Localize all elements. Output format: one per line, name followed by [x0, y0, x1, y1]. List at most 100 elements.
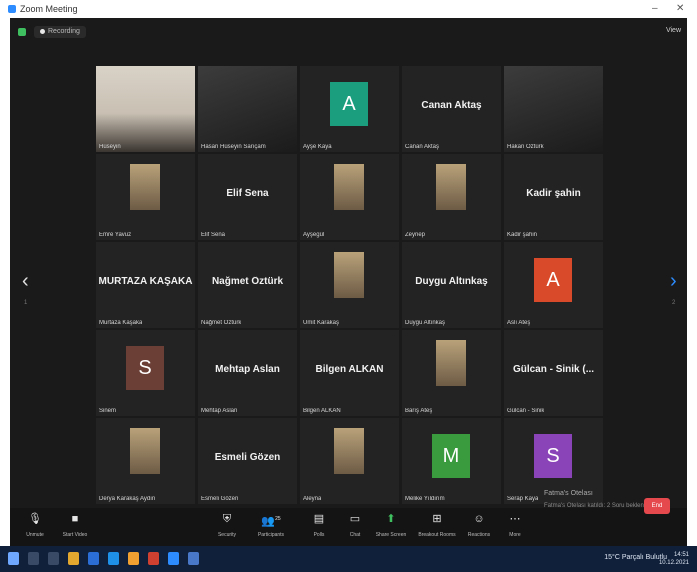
- participant-tile[interactable]: Hasan Hüseyin Sarıçam: [198, 66, 297, 152]
- participant-name-label: Melike Yıldırım: [405, 496, 445, 502]
- participant-name-label: Hakan Öztürk: [507, 144, 544, 150]
- end-meeting-button[interactable]: End: [644, 498, 670, 514]
- participant-name-label: Murtaza Kaşaka: [99, 320, 143, 326]
- participant-tile[interactable]: Derya Karakaş Aydın: [96, 418, 195, 504]
- edge-icon[interactable]: [108, 552, 119, 565]
- participant-tile[interactable]: Ayşegül: [300, 154, 399, 240]
- weather-tray[interactable]: 15°C Parçalı Bulutlu: [604, 554, 667, 561]
- folder-icon[interactable]: [128, 552, 139, 565]
- view-button[interactable]: View: [666, 27, 681, 34]
- shield-icon: ⛨: [222, 513, 232, 525]
- avatar-initial: A: [534, 258, 572, 302]
- participant-tile[interactable]: Canan Aktaş Canan Aktaş: [402, 66, 501, 152]
- word-icon[interactable]: [88, 552, 99, 565]
- zoom-taskbar-icon[interactable]: [168, 552, 179, 565]
- participant-name-label: Aslı Ateş: [507, 320, 531, 326]
- participant-tile[interactable]: Duygu Altınkaş Duygu Altınkaş: [402, 242, 501, 328]
- participant-display-name: Kadir şahin: [526, 188, 581, 199]
- participant-name-label: Gülcan - Sinik: [507, 408, 545, 414]
- participant-name-label: Sinem: [99, 408, 117, 414]
- participant-video: [96, 66, 195, 152]
- participant-name-label: Esmeli Gözen: [201, 496, 239, 502]
- profile-picture: [436, 164, 466, 210]
- participant-tile[interactable]: Esmeli Gözen Esmeli Gözen: [198, 418, 297, 504]
- participant-name-label: Duygu Altınkaş: [405, 320, 446, 326]
- video-camera-icon: ■: [71, 513, 79, 525]
- participant-display-name: Elif Sena: [226, 188, 269, 199]
- participant-name-label: Elif Sena: [201, 232, 226, 238]
- participant-name-label: Derya Karakaş Aydın: [99, 496, 156, 502]
- start-video-button[interactable]: ■ Start Video: [54, 512, 96, 542]
- app-icon[interactable]: [188, 552, 199, 565]
- next-page-icon[interactable]: ›: [670, 270, 677, 293]
- participant-tile[interactable]: S Sinem: [96, 330, 195, 416]
- participants-count: 25: [275, 516, 281, 522]
- previous-page-icon[interactable]: ‹: [22, 270, 29, 293]
- participant-display-name: Gülcan - Sinik (...: [512, 364, 595, 375]
- participant-tile[interactable]: M Melike Yıldırım: [402, 418, 501, 504]
- participant-tile[interactable]: Ümit Karakaş: [300, 242, 399, 328]
- unmute-button[interactable]: 🎙 Unmute: [14, 512, 56, 542]
- more-button[interactable]: ⋯ More: [494, 512, 536, 542]
- breakout-rooms-button[interactable]: ⊞ Breakout Rooms: [416, 512, 458, 542]
- shield-icon[interactable]: [18, 28, 26, 36]
- app-icon[interactable]: [148, 552, 159, 565]
- recording-indicator[interactable]: Recording: [34, 26, 86, 38]
- participant-name-label: Ümit Karakaş: [303, 320, 340, 326]
- participant-tile[interactable]: Bilgen ALKAN Bilgen ALKAN: [300, 330, 399, 416]
- profile-picture: [130, 428, 160, 474]
- participant-tile[interactable]: Hakan Öztürk: [504, 66, 603, 152]
- breakout-rooms-label: Breakout Rooms: [418, 532, 456, 538]
- zoom-icon: [8, 5, 16, 13]
- participant-display-name: Mehtap Aslan: [215, 364, 280, 375]
- share-screen-icon: ⬆: [386, 513, 396, 525]
- participant-display-name: Nağmet Öztürk: [211, 276, 284, 287]
- participant-tile[interactable]: Hüseyin: [96, 66, 195, 152]
- clock-time: 14:51: [673, 552, 689, 558]
- microphone-icon: 🎙: [28, 513, 42, 525]
- security-button[interactable]: ⛨ Security: [206, 512, 248, 542]
- participant-display-name: Canan Aktaş: [421, 100, 482, 111]
- participant-tile[interactable]: Kadir şahin Kadir şahin: [504, 154, 603, 240]
- participant-name-label: Nağmet Öztürk: [201, 320, 242, 326]
- participant-name-label: Emre Yavuz: [99, 232, 132, 238]
- participant-tile[interactable]: Emre Yavuz: [96, 154, 195, 240]
- participant-tile[interactable]: Mehtap Aslan Mehtap Aslan: [198, 330, 297, 416]
- participant-name-label: Zeynep: [405, 232, 426, 238]
- participant-display-name: MURTAZA KAŞAKA: [98, 276, 193, 287]
- search-icon[interactable]: [28, 552, 39, 565]
- participant-tile[interactable]: Aleyna: [300, 418, 399, 504]
- breakout-rooms-icon: ⊞: [432, 513, 442, 525]
- participant-name-label: Mehtap Aslan: [201, 408, 238, 414]
- participant-tile[interactable]: Zeynep: [402, 154, 501, 240]
- meeting-toolbar: 🎙 Unmute ■ Start Video ⛨ Security 👥25 Pa…: [10, 508, 687, 546]
- file-explorer-icon[interactable]: [68, 552, 79, 565]
- participants-label: Participants: [257, 532, 285, 538]
- participant-tile[interactable]: Nağmet Öztürk Nağmet Öztürk: [198, 242, 297, 328]
- participant-video: [504, 66, 603, 152]
- participant-tile[interactable]: A Ayşe Kaya: [300, 66, 399, 152]
- participant-video: [198, 66, 297, 152]
- minimize-button[interactable]: –: [652, 3, 658, 14]
- participant-tile[interactable]: Gülcan - Sinik (... Gülcan - Sinik: [504, 330, 603, 416]
- profile-picture: [334, 252, 364, 298]
- participant-tile[interactable]: A Aslı Ateş: [504, 242, 603, 328]
- start-video-label: Start Video: [62, 532, 88, 538]
- recording-label: Recording: [48, 28, 80, 35]
- participants-icon: 👥25: [261, 515, 281, 528]
- participant-name-label: Hasan Hüseyin Sarıçam: [201, 144, 266, 150]
- system-clock[interactable]: 14:51 10.12.2021: [659, 551, 689, 567]
- profile-picture: [334, 164, 364, 210]
- share-screen-button[interactable]: ⬆ Share Screen: [370, 512, 412, 542]
- participant-tile[interactable]: MURTAZA KAŞAKA Murtaza Kaşaka: [96, 242, 195, 328]
- participant-tile[interactable]: Elif Sena Elif Sena: [198, 154, 297, 240]
- avatar-initial: S: [534, 434, 572, 478]
- windows-start-icon[interactable]: [8, 552, 19, 565]
- participant-name-label: Ayşe Kaya: [303, 144, 332, 150]
- participant-name-label: Canan Aktaş: [405, 144, 440, 150]
- task-view-icon[interactable]: [48, 552, 59, 565]
- participants-button[interactable]: 👥25 Participants: [250, 512, 292, 542]
- share-screen-label: Share Screen: [375, 532, 407, 538]
- close-button[interactable]: ✕: [676, 3, 684, 14]
- participant-tile[interactable]: Barış Ateş: [402, 330, 501, 416]
